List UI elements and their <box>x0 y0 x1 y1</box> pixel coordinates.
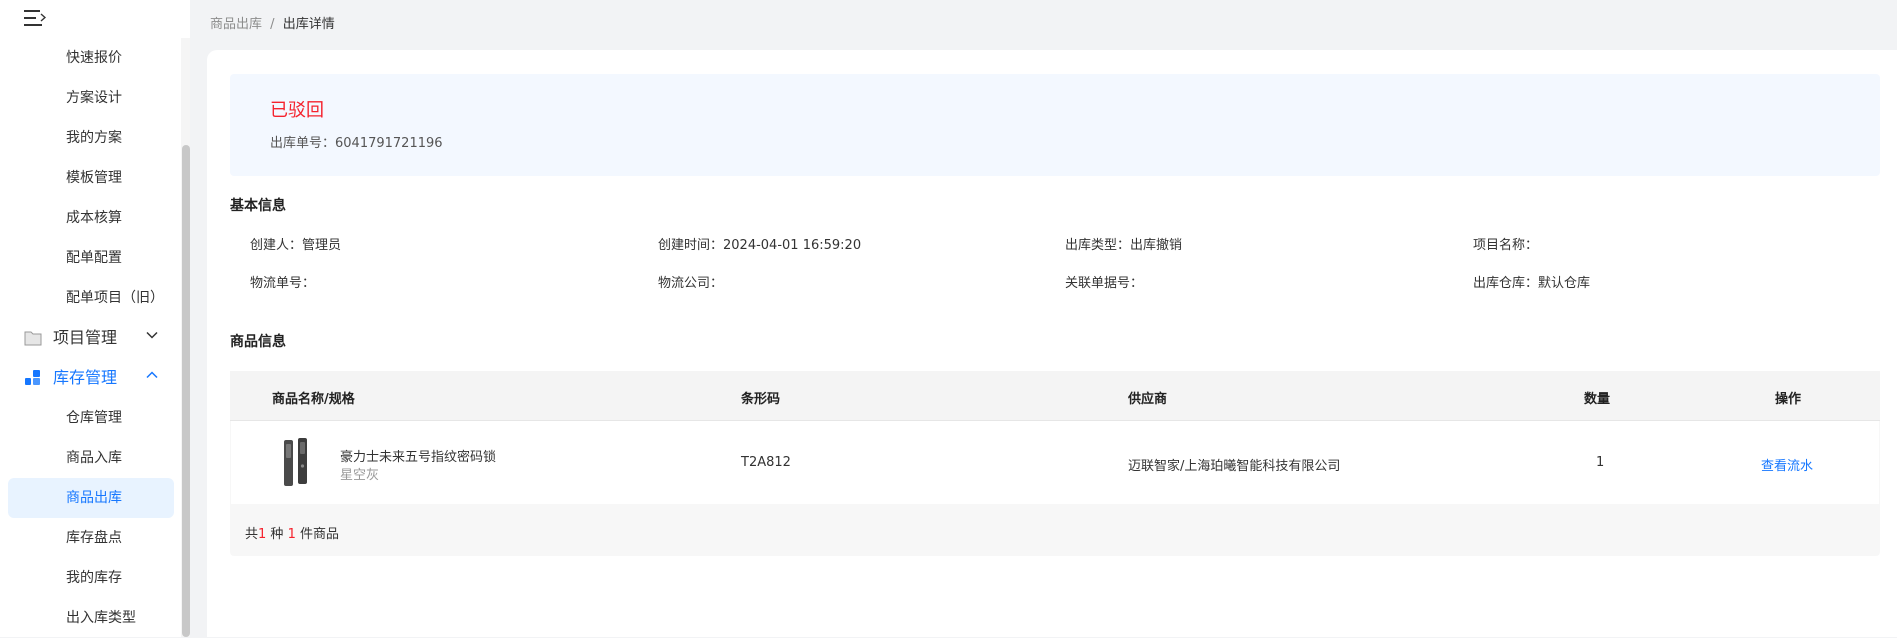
column-header-name: 商品名称/规格 <box>272 392 355 407</box>
field-label: 创建人： <box>250 238 303 253</box>
order-number: 出库单号：6041791721196 <box>270 132 443 151</box>
sidebar-item-templates[interactable]: 模板管理 <box>0 158 178 198</box>
sidebar-item-stock-out[interactable]: 商品出库 <box>8 478 174 518</box>
column-header-barcode: 条形码 <box>741 392 781 407</box>
field-logistics-company: 物流公司： <box>658 272 723 291</box>
field-outbound-type: 出库类型：出库撤销 <box>1065 234 1182 253</box>
folder-icon <box>24 331 42 346</box>
field-logistics-no: 物流单号： <box>250 272 315 291</box>
field-created-time: 创建时间：2024-04-01 16:59:20 <box>658 234 861 253</box>
sidebar-item-cost-accounting[interactable]: 成本核算 <box>0 198 178 238</box>
breadcrumb: 商品出库 / 出库详情 <box>210 13 335 32</box>
product-supplier: 迈联智家/上海珀曦智能科技有限公司 <box>1128 459 1341 474</box>
column-header-supplier: 供应商 <box>1128 392 1168 407</box>
field-label: 创建时间： <box>658 238 724 253</box>
sidebar: 快速报价 方案设计 我的方案 模板管理 成本核算 配单配置 配单项目（旧） 项目… <box>0 0 190 637</box>
goods-summary: 共1 种 1 件商品 <box>245 523 339 542</box>
field-label: 关联单据号： <box>1065 276 1144 291</box>
field-warehouse: 出库仓库：默认仓库 <box>1473 272 1590 291</box>
product-spec: 星空灰 <box>340 468 380 483</box>
field-project-name: 项目名称： <box>1473 234 1538 253</box>
sidebar-item-scheme-design[interactable]: 方案设计 <box>0 78 178 118</box>
sidebar-scrollbar-thumb[interactable] <box>182 145 190 637</box>
sidebar-item-warehouse[interactable]: 仓库管理 <box>0 398 178 438</box>
sidebar-item-quick-quote[interactable]: 快速报价 <box>0 38 178 78</box>
menu-collapse-icon[interactable] <box>24 8 46 28</box>
sidebar-item-order-project-old[interactable]: 配单项目（旧） <box>0 278 178 318</box>
summary-suffix: 件商品 <box>295 527 339 542</box>
chevron-down-icon <box>146 331 158 339</box>
status-title: 已驳回 <box>270 100 324 121</box>
breadcrumb-current: 出库详情 <box>282 17 335 32</box>
column-header-action: 操作 <box>1775 392 1802 407</box>
sidebar-item-io-types[interactable]: 出入库类型 <box>0 598 178 638</box>
column-header-quantity: 数量 <box>1584 392 1611 407</box>
sidebar-item-stocktaking[interactable]: 库存盘点 <box>0 518 178 558</box>
summary-prefix: 共 <box>245 527 259 542</box>
sidebar-item-my-stock[interactable]: 我的库存 <box>0 558 178 598</box>
status-box <box>230 74 1880 176</box>
sidebar-group-inventory[interactable]: 库存管理 <box>0 358 178 398</box>
chevron-up-icon <box>146 371 158 379</box>
field-label: 出库仓库： <box>1473 276 1539 291</box>
order-number-value: 6041791721196 <box>335 136 443 151</box>
section-title-basic-info: 基本信息 <box>230 195 296 215</box>
view-flow-link[interactable]: 查看流水 <box>1761 455 1813 474</box>
breadcrumb-separator: / <box>270 17 275 32</box>
sidebar-group-project[interactable]: 项目管理 <box>0 318 178 358</box>
field-related-no: 关联单据号： <box>1065 272 1143 291</box>
field-value: 出库撤销 <box>1130 238 1183 253</box>
field-value: 默认仓库 <box>1538 276 1591 291</box>
field-label: 项目名称： <box>1473 238 1539 253</box>
section-title-goods-info: 商品信息 <box>230 331 296 351</box>
sidebar-item-order-config[interactable]: 配单配置 <box>0 238 178 278</box>
sidebar-group-label: 项目管理 <box>53 328 118 347</box>
field-label: 物流单号： <box>250 276 316 291</box>
field-value: 2024-04-01 16:59:20 <box>723 238 862 253</box>
sidebar-item-my-scheme[interactable]: 我的方案 <box>0 118 178 158</box>
product-name: 豪力士未来五号指纹密码锁 <box>340 450 497 465</box>
field-label: 出库类型： <box>1065 238 1131 253</box>
field-value: 管理员 <box>302 238 342 253</box>
sidebar-item-stock-in[interactable]: 商品入库 <box>0 438 178 478</box>
product-image <box>284 438 307 486</box>
goods-table-header <box>230 371 1880 421</box>
field-label: 物流公司： <box>658 276 724 291</box>
breadcrumb-parent[interactable]: 商品出库 <box>210 17 262 32</box>
product-quantity: 1 <box>1596 455 1605 470</box>
product-barcode: T2A812 <box>741 455 791 470</box>
summary-count: 1 <box>287 527 296 542</box>
grid-icon <box>25 370 40 385</box>
summary-mid: 种 <box>266 527 288 542</box>
sidebar-group-label: 库存管理 <box>53 368 118 387</box>
field-creator: 创建人：管理员 <box>250 234 341 253</box>
order-number-label: 出库单号： <box>270 136 336 151</box>
